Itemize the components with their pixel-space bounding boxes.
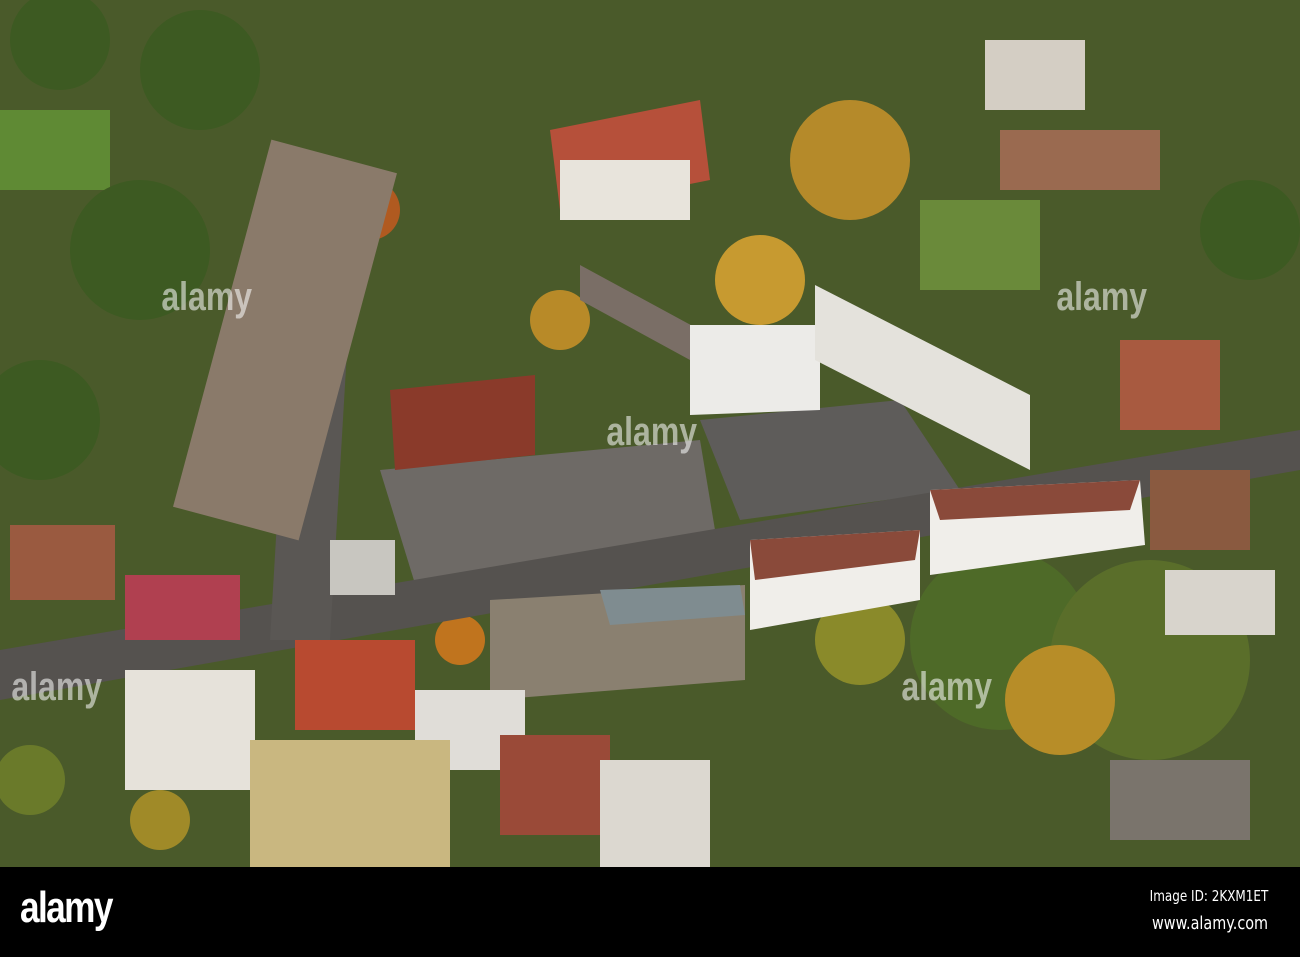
watermark: alamy: [901, 665, 993, 709]
site-url: www.alamy.com: [1151, 913, 1268, 934]
image-id: Image ID: 2KXM1ET: [1149, 887, 1268, 905]
alamy-logo: alamy: [20, 883, 113, 932]
lawn: [0, 110, 110, 190]
watermark: alamy: [11, 665, 103, 709]
watermark: alamy: [606, 410, 698, 454]
footer-bar: alamy Image ID: 2KXM1ET www.alamy.com: [0, 867, 1300, 957]
watermark: alamy: [161, 275, 253, 319]
watermark: alamy: [1056, 275, 1148, 319]
